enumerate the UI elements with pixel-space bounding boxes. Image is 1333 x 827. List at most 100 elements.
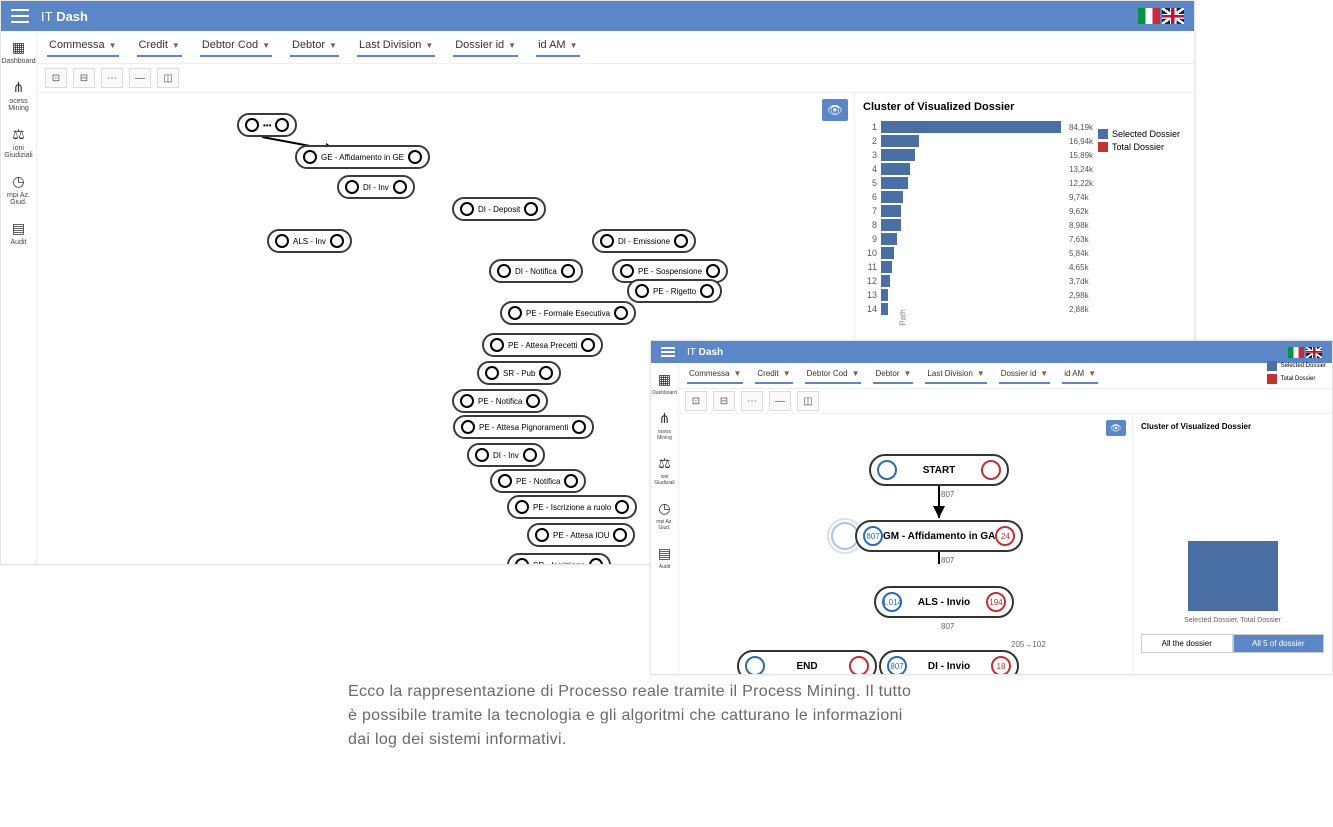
process-node[interactable]: PE - Attesa Pignoramenti xyxy=(453,415,594,439)
toolbar-button[interactable]: ⊡ xyxy=(685,391,707,411)
bar-row[interactable]: 512,22k xyxy=(863,177,1186,189)
filter-dropdown[interactable]: id AM▼ xyxy=(1062,367,1098,384)
filter-dropdown[interactable]: Debtor Cod▼ xyxy=(200,37,272,57)
sidebar-item[interactable]: ◷mpi Az. Giud. xyxy=(651,500,678,531)
sidebar-icon: ⚖ xyxy=(12,126,25,143)
sidebar-item[interactable]: ▤Audit xyxy=(651,545,678,570)
process-node[interactable]: PE - Formale Esecutiva xyxy=(500,301,636,325)
bar-row[interactable]: 79,62k xyxy=(863,205,1186,217)
process-node[interactable]: ••• xyxy=(237,113,297,137)
process-node[interactable]: DI - Inv xyxy=(467,443,545,467)
filter-dropdown[interactable]: id AM▼ xyxy=(536,37,579,57)
sidebar-item[interactable]: ⚖ioni Giudiziali xyxy=(1,126,36,159)
toolbar-button[interactable]: ⋯ xyxy=(101,68,123,88)
chevron-down-icon: ▼ xyxy=(1040,369,1048,378)
sidebar-item[interactable]: ▦Dashboard xyxy=(1,39,36,65)
flag-it-icon[interactable] xyxy=(1138,8,1160,24)
toolbar-button[interactable]: ⊡ xyxy=(45,68,67,88)
process-node[interactable]: DI - Inv xyxy=(337,175,415,199)
process-node[interactable]: PE - Iscrizione a ruolo xyxy=(507,495,637,519)
node-cap-right xyxy=(393,180,407,194)
filter-dropdown[interactable]: Last Division▼ xyxy=(925,367,986,384)
toolbar-button[interactable]: ⊟ xyxy=(73,68,95,88)
sidebar-item[interactable]: ◷mpi Az. Giud. xyxy=(1,173,36,206)
sidebar-item[interactable]: ▦Dashboard xyxy=(651,371,678,396)
process-node[interactable]: ALS - Inv xyxy=(267,229,352,253)
process-node[interactable]: PE - Rigetto xyxy=(627,279,722,303)
canvas-toolbar: ⊡ ⊟ ⋯ — ◫ xyxy=(37,64,1194,93)
legend-item: Selected Dossier xyxy=(1098,129,1180,139)
bar-row[interactable]: 132,98k xyxy=(863,289,1186,301)
node-cap-left xyxy=(461,420,475,434)
bar-row[interactable]: 123,7dk xyxy=(863,275,1186,287)
chevron-down-icon: ▼ xyxy=(425,41,433,50)
flag-uk-icon-2[interactable] xyxy=(1306,347,1322,358)
filter-dropdown[interactable]: Commessa▼ xyxy=(47,37,119,57)
process-node[interactable]: 1.014ALS - Invio194 xyxy=(874,586,1014,618)
bar-row[interactable]: 413,24k xyxy=(863,163,1186,175)
bar-row[interactable]: 69,74k xyxy=(863,191,1186,203)
filter-dropdown[interactable]: Debtor▼ xyxy=(873,367,913,384)
bar-row[interactable]: 97,63k xyxy=(863,233,1186,245)
chevron-down-icon: ▼ xyxy=(783,369,791,378)
sidebar-item[interactable]: ⋔ocess Mining xyxy=(651,410,678,441)
toolbar-button[interactable]: — xyxy=(129,68,151,88)
bar-row[interactable]: 88,98k xyxy=(863,219,1186,231)
process-node[interactable]: START xyxy=(869,454,1009,486)
bar-fill xyxy=(881,289,888,301)
hamburger-icon[interactable] xyxy=(11,9,29,23)
node-cap-left xyxy=(877,460,897,480)
chevron-down-icon: ▼ xyxy=(172,41,180,50)
chevron-down-icon: ▼ xyxy=(977,369,985,378)
toolbar-button[interactable]: ◫ xyxy=(157,68,179,88)
filter-dropdown[interactable]: Debtor▼ xyxy=(290,37,339,57)
node-cap-left xyxy=(498,474,512,488)
process-node[interactable]: PE - Notifica xyxy=(490,469,586,493)
flag-uk-icon[interactable] xyxy=(1162,8,1184,24)
process-node[interactable]: 807GM - Affidamento in GA24 xyxy=(855,520,1023,552)
process-node[interactable]: DI - Notifica xyxy=(489,259,583,283)
bar-row[interactable]: 105,84k xyxy=(863,247,1186,259)
sidebar-item[interactable]: ⋔ocess Mining xyxy=(1,79,36,112)
node-cap-right xyxy=(581,338,595,352)
toolbar-button[interactable]: ⊟ xyxy=(713,391,735,411)
sidebar-icon: ⚖ xyxy=(658,455,671,472)
tab-all-dossier[interactable]: All the dossier xyxy=(1141,634,1233,653)
node-cap-right: 18 xyxy=(991,656,1011,674)
legend-swatch xyxy=(1098,129,1108,139)
toolbar-button[interactable]: ◫ xyxy=(797,391,819,411)
filter-dropdown[interactable]: Debtor Cod▼ xyxy=(805,367,862,384)
visibility-toggle-icon[interactable]: 👁 xyxy=(822,99,848,121)
filter-dropdown[interactable]: Commessa▼ xyxy=(687,367,743,384)
process-canvas-2[interactable]: 👁 START 807GM - Affidamento in GA24 1.014A… xyxy=(679,414,1132,674)
visibility-toggle-icon-2[interactable]: 👁 xyxy=(1106,420,1126,436)
process-node[interactable]: DI - Emissione xyxy=(592,229,696,253)
process-node[interactable]: SR - Pub xyxy=(477,361,561,385)
process-node[interactable]: GE - Affidamento in GE xyxy=(295,145,430,169)
bar-row[interactable]: 142,88k xyxy=(863,303,1186,315)
edge-label: 807 xyxy=(941,490,954,499)
filter-dropdown[interactable]: Last Division▼ xyxy=(357,37,435,57)
filter-dropdown[interactable]: Credit▼ xyxy=(137,37,182,57)
flag-it-icon-2[interactable] xyxy=(1288,347,1304,358)
process-node[interactable]: PE - Attesa IOU xyxy=(527,523,635,547)
process-node[interactable]: SR - Iscrizione xyxy=(507,553,611,564)
left-sidebar: ▦Dashboard ⋔ocess Mining ⚖ioni Giudiziali ◷… xyxy=(1,31,37,564)
filter-dropdown[interactable]: Dossier id▼ xyxy=(453,37,518,57)
sidebar-item[interactable]: ▤Audit xyxy=(1,220,36,246)
toolbar-button[interactable]: ⋯ xyxy=(741,391,763,411)
bar-row[interactable]: 114,65k xyxy=(863,261,1186,273)
toolbar-button[interactable]: — xyxy=(769,391,791,411)
sidebar-icon: ⋔ xyxy=(13,79,25,96)
tab-5-dossier[interactable]: All 5 of dossier xyxy=(1233,634,1325,653)
sidebar-item[interactable]: ⚖ioni Giudiziali xyxy=(651,455,678,486)
process-node[interactable]: PE - Attesa Precetti xyxy=(482,333,603,357)
process-node[interactable]: END xyxy=(737,650,877,674)
process-node[interactable]: 807DI - Invio18 xyxy=(879,650,1019,674)
process-node[interactable]: PE - Notifica xyxy=(452,389,548,413)
chevron-down-icon: ▼ xyxy=(329,41,337,50)
filter-dropdown[interactable]: Credit▼ xyxy=(755,367,792,384)
hamburger-icon-2[interactable] xyxy=(661,347,675,357)
filter-dropdown[interactable]: Dossier id▼ xyxy=(999,367,1051,384)
process-node[interactable]: DI - Deposit xyxy=(452,197,546,221)
